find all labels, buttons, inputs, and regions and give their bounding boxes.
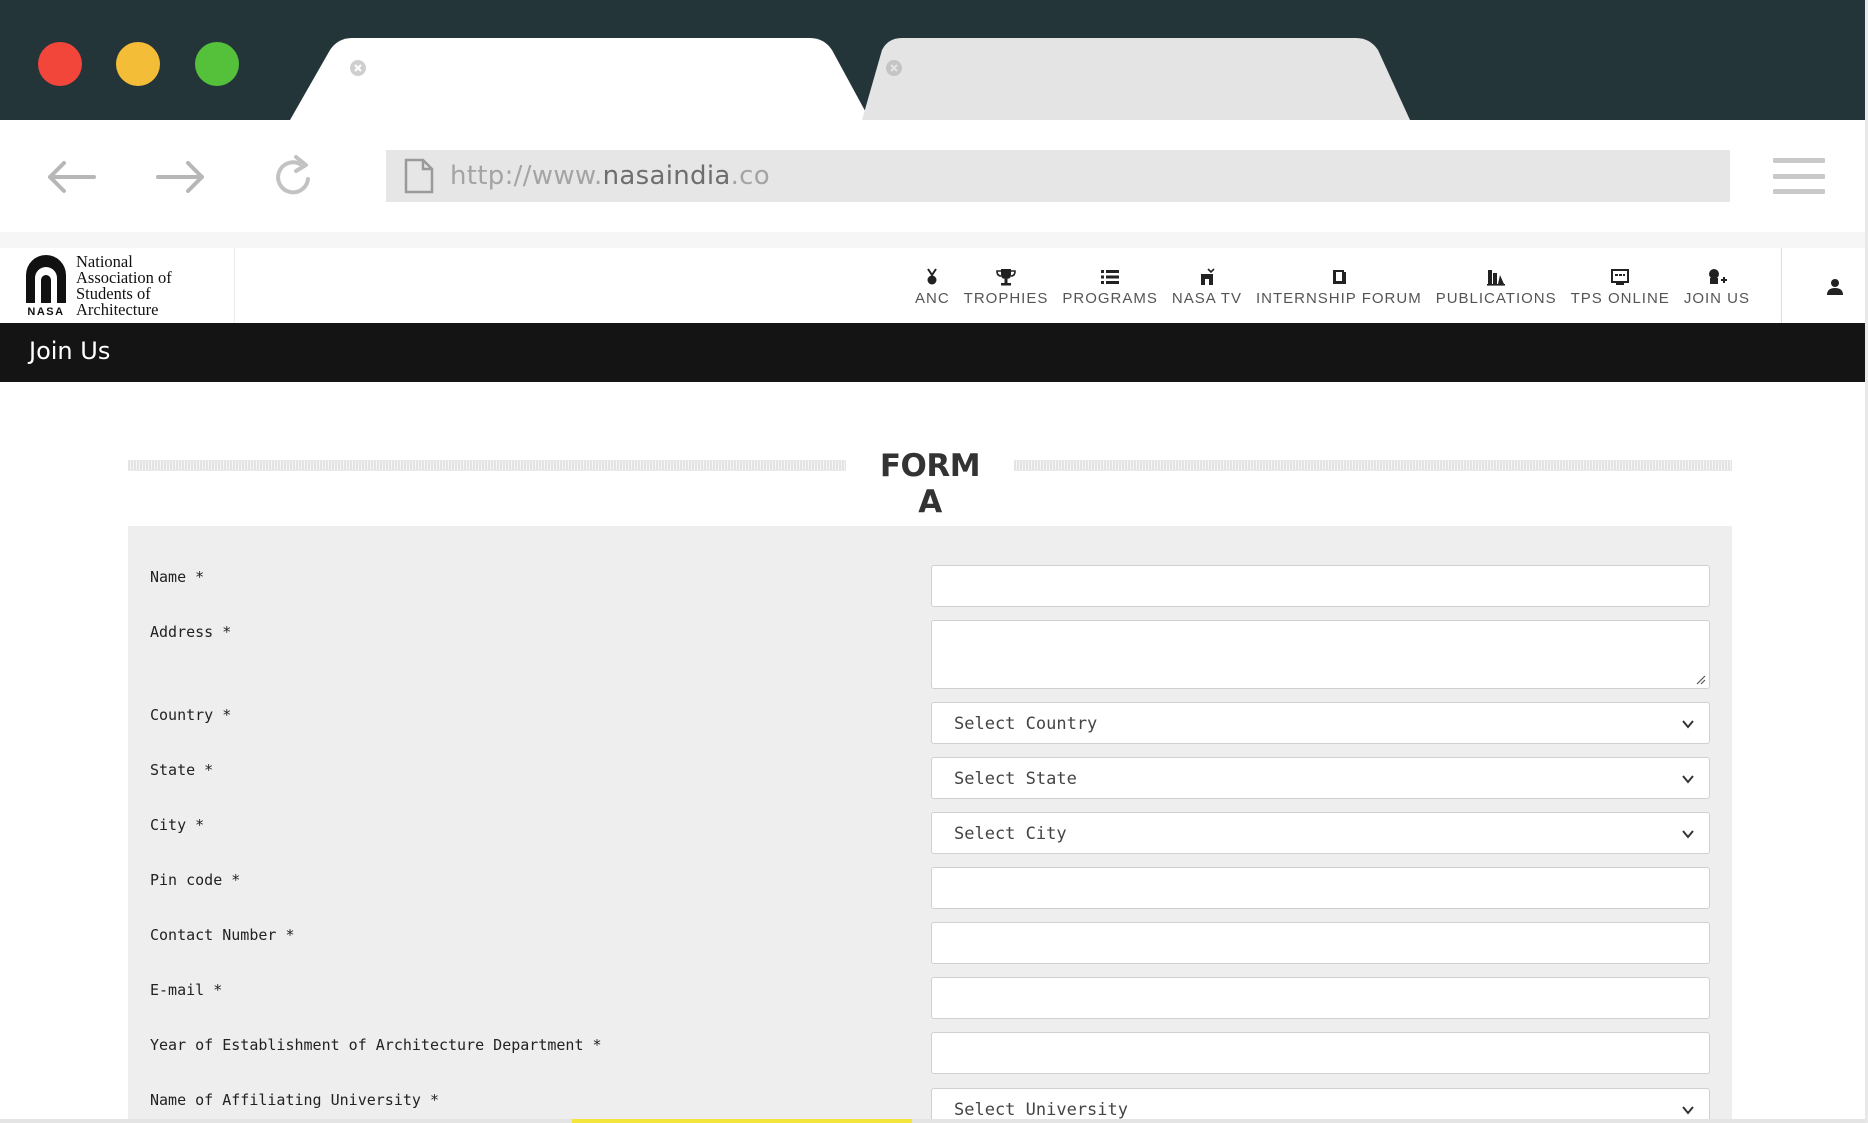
browser-menu-icon[interactable] bbox=[1773, 158, 1825, 194]
trophy-icon bbox=[996, 266, 1016, 288]
page-title: Join Us bbox=[29, 337, 111, 365]
tv-icon bbox=[1198, 266, 1216, 288]
bottom-edge bbox=[0, 1119, 1868, 1123]
nav-item-tps-online[interactable]: TPS ONLINE bbox=[1571, 266, 1670, 307]
page-top-gap bbox=[0, 232, 1868, 248]
logo-arch-icon: NASA bbox=[24, 253, 68, 319]
name-label: Name * bbox=[150, 568, 205, 586]
add-user-icon bbox=[1706, 266, 1728, 288]
state-select-value: Select State bbox=[954, 769, 1077, 789]
city-select-value: Select City bbox=[954, 824, 1067, 844]
nav-item-programs[interactable]: PROGRAMS bbox=[1062, 266, 1158, 307]
heading-rule-right bbox=[1014, 460, 1732, 471]
form-title: FORM A bbox=[879, 448, 981, 520]
window-maximize-button[interactable] bbox=[195, 42, 239, 86]
monitor-icon bbox=[1610, 266, 1630, 288]
city-select[interactable]: Select City bbox=[931, 812, 1710, 854]
contact-number-label: Contact Number * bbox=[150, 926, 295, 944]
nav-item-nasa-tv[interactable]: NASA TV bbox=[1172, 266, 1242, 307]
state-label: State * bbox=[150, 761, 214, 779]
browser-tab-active[interactable] bbox=[290, 38, 870, 120]
address-label: Address * bbox=[150, 623, 232, 641]
nasa-logo[interactable]: NASA National Association of Students of… bbox=[24, 252, 234, 319]
user-icon bbox=[1827, 279, 1843, 295]
list-icon bbox=[1101, 266, 1120, 288]
back-button[interactable] bbox=[40, 152, 100, 202]
page-title-bar: Join Us bbox=[0, 323, 1868, 382]
pin-code-label: Pin code * bbox=[150, 871, 241, 889]
medal-icon bbox=[925, 266, 939, 288]
email-input[interactable] bbox=[931, 977, 1710, 1019]
tab-close-icon[interactable] bbox=[348, 58, 368, 78]
url-text: http://www.nasaindia.co bbox=[450, 161, 770, 191]
nav-item-internship-forum[interactable]: INTERNSHIP FORUM bbox=[1256, 266, 1422, 307]
year-established-input[interactable] bbox=[931, 1032, 1710, 1074]
chevron-down-icon bbox=[1682, 775, 1694, 784]
logo-wordmark: National Association of Students of Arch… bbox=[76, 251, 172, 319]
page-icon bbox=[402, 158, 436, 194]
chevron-down-icon bbox=[1682, 720, 1694, 729]
name-input[interactable] bbox=[931, 565, 1710, 607]
publications-icon bbox=[1486, 266, 1506, 288]
chevron-down-icon bbox=[1682, 830, 1694, 839]
heading-rule-left bbox=[128, 460, 846, 471]
logo-mark-text: NASA bbox=[27, 305, 65, 318]
university-label: Name of Affiliating University * bbox=[150, 1091, 439, 1109]
nav-item-trophies[interactable]: TROPHIES bbox=[964, 266, 1049, 307]
state-select[interactable]: Select State bbox=[931, 757, 1710, 799]
scroll-indicator[interactable] bbox=[572, 1119, 912, 1123]
contact-number-input[interactable] bbox=[931, 922, 1710, 964]
address-bar[interactable]: http://www.nasaindia.co bbox=[386, 150, 1730, 202]
nav-item-anc[interactable]: ANC bbox=[915, 266, 950, 307]
email-label: E-mail * bbox=[150, 981, 223, 999]
back-arrow-icon bbox=[48, 161, 96, 193]
forward-arrow-icon bbox=[156, 161, 204, 193]
university-select-value: Select University bbox=[954, 1100, 1128, 1120]
nav-item-publications[interactable]: PUBLICATIONS bbox=[1436, 266, 1557, 307]
reload-icon bbox=[276, 155, 310, 195]
chevron-down-icon bbox=[1682, 1106, 1694, 1115]
city-label: City * bbox=[150, 816, 205, 834]
window-minimize-button[interactable] bbox=[116, 42, 160, 86]
form-heading: FORM A bbox=[128, 448, 1732, 520]
header-divider bbox=[234, 248, 235, 323]
nav-item-join-us[interactable]: JOIN US bbox=[1684, 266, 1750, 307]
country-label: Country * bbox=[150, 706, 232, 724]
window-close-button[interactable] bbox=[38, 42, 82, 86]
site-header: NASA National Association of Students of… bbox=[0, 248, 1868, 340]
reload-button[interactable] bbox=[264, 152, 324, 202]
tab-close-icon[interactable] bbox=[884, 58, 904, 78]
book-icon bbox=[1330, 266, 1348, 288]
browser-tab-inactive[interactable] bbox=[862, 38, 1410, 120]
country-select[interactable]: Select Country bbox=[931, 702, 1710, 744]
year-established-label: Year of Establishment of Architecture De… bbox=[150, 1036, 602, 1054]
user-account-button[interactable] bbox=[1820, 272, 1850, 302]
address-textarea[interactable] bbox=[931, 620, 1710, 689]
university-select[interactable]: Select University bbox=[931, 1088, 1710, 1123]
pin-code-input[interactable] bbox=[931, 867, 1710, 909]
main-nav: ANC TROPHIES PROGRAMS NASA TV INTERNSHIP… bbox=[915, 266, 1750, 307]
forward-button[interactable] bbox=[152, 152, 212, 202]
country-select-value: Select Country bbox=[954, 714, 1098, 734]
resize-grip-icon[interactable] bbox=[1694, 673, 1706, 685]
